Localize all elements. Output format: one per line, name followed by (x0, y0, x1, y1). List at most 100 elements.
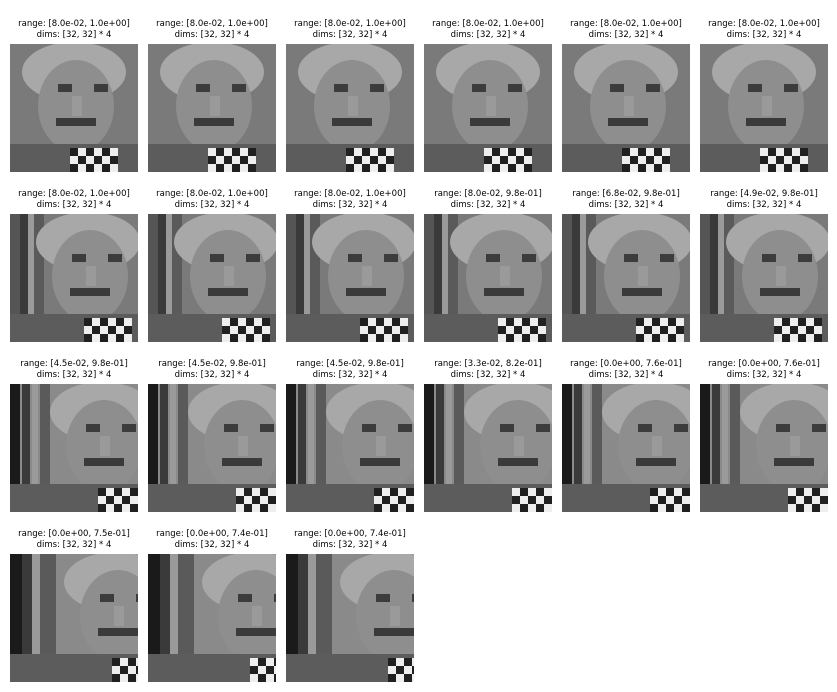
grayscale-image-panel (10, 554, 138, 682)
portrait-image (148, 214, 276, 342)
panel-caption: range: [8.0e-02, 1.0e+00] dims: [32, 32] … (562, 19, 690, 40)
range-label: range: [6.8e-02, 9.8e-01] (572, 189, 680, 199)
panel-caption: range: [8.0e-02, 1.0e+00] dims: [32, 32] … (148, 189, 276, 210)
grayscale-image-panel (10, 44, 138, 172)
dims-label: dims: [32, 32] * 4 (174, 29, 250, 40)
range-label: range: [8.0e-02, 9.8e-01] (434, 189, 542, 199)
dims-label: dims: [32, 32] * 4 (588, 29, 664, 40)
panel-caption: range: [8.0e-02, 9.8e-01] dims: [32, 32] … (424, 189, 552, 210)
portrait-image (562, 44, 690, 172)
grayscale-image-panel (424, 214, 552, 342)
portrait-image (286, 214, 414, 342)
dims-label: dims: [32, 32] * 4 (36, 539, 112, 550)
panel-caption: range: [4.5e-02, 9.8e-01] dims: [32, 32] … (286, 359, 414, 380)
panel-caption: range: [8.0e-02, 1.0e+00] dims: [32, 32] … (424, 19, 552, 40)
dims-label: dims: [32, 32] * 4 (312, 539, 388, 550)
grayscale-image-panel (700, 214, 828, 342)
portrait-image (148, 554, 276, 682)
portrait-image (424, 44, 552, 172)
grayscale-image-panel (148, 384, 276, 512)
portrait-image (286, 554, 414, 682)
panel-caption: range: [8.0e-02, 1.0e+00] dims: [32, 32] … (700, 19, 828, 40)
dims-label: dims: [32, 32] * 4 (726, 29, 802, 40)
range-label: range: [4.5e-02, 9.8e-01] (296, 359, 404, 369)
dims-label: dims: [32, 32] * 4 (726, 369, 802, 380)
panel-caption: range: [0.0e+00, 7.4e-01] dims: [32, 32] … (148, 529, 276, 550)
panel-caption: range: [4.9e-02, 9.8e-01] dims: [32, 32] … (700, 189, 828, 210)
range-label: range: [0.0e+00, 7.6e-01] (570, 359, 682, 369)
portrait-image (286, 44, 414, 172)
portrait-image (10, 554, 138, 682)
dims-label: dims: [32, 32] * 4 (174, 539, 250, 550)
grayscale-image-panel (562, 44, 690, 172)
range-label: range: [0.0e+00, 7.6e-01] (708, 359, 820, 369)
portrait-image (286, 384, 414, 512)
panel-caption: range: [6.8e-02, 9.8e-01] dims: [32, 32] … (562, 189, 690, 210)
panel-caption: range: [8.0e-02, 1.0e+00] dims: [32, 32] … (10, 189, 138, 210)
range-label: range: [8.0e-02, 1.0e+00] (18, 19, 130, 29)
grayscale-image-panel (286, 384, 414, 512)
portrait-image (10, 214, 138, 342)
grayscale-image-panel (10, 384, 138, 512)
panel-caption: range: [0.0e+00, 7.6e-01] dims: [32, 32] … (562, 359, 690, 380)
dims-label: dims: [32, 32] * 4 (588, 369, 664, 380)
range-label: range: [8.0e-02, 1.0e+00] (432, 19, 544, 29)
dims-label: dims: [32, 32] * 4 (312, 199, 388, 210)
grayscale-image-panel (562, 214, 690, 342)
dims-label: dims: [32, 32] * 4 (312, 369, 388, 380)
dims-label: dims: [32, 32] * 4 (588, 199, 664, 210)
portrait-image (148, 384, 276, 512)
grayscale-image-panel (286, 214, 414, 342)
range-label: range: [3.3e-02, 8.2e-01] (434, 359, 542, 369)
portrait-image (562, 384, 690, 512)
portrait-image (700, 384, 828, 512)
range-label: range: [4.5e-02, 9.8e-01] (20, 359, 128, 369)
grayscale-image-panel (10, 214, 138, 342)
range-label: range: [4.9e-02, 9.8e-01] (710, 189, 818, 199)
portrait-image (700, 44, 828, 172)
panel-caption: range: [8.0e-02, 1.0e+00] dims: [32, 32] … (286, 19, 414, 40)
range-label: range: [8.0e-02, 1.0e+00] (294, 189, 406, 199)
range-label: range: [8.0e-02, 1.0e+00] (294, 19, 406, 29)
dims-label: dims: [32, 32] * 4 (36, 29, 112, 40)
dims-label: dims: [32, 32] * 4 (312, 29, 388, 40)
range-label: range: [0.0e+00, 7.4e-01] (294, 529, 406, 539)
portrait-image (424, 214, 552, 342)
grayscale-image-panel (700, 384, 828, 512)
range-label: range: [8.0e-02, 1.0e+00] (570, 19, 682, 29)
dims-label: dims: [32, 32] * 4 (450, 199, 526, 210)
portrait-image (700, 214, 828, 342)
panel-caption: range: [8.0e-02, 1.0e+00] dims: [32, 32] … (10, 19, 138, 40)
range-label: range: [8.0e-02, 1.0e+00] (18, 189, 130, 199)
panel-caption: range: [0.0e+00, 7.5e-01] dims: [32, 32] … (10, 529, 138, 550)
range-label: range: [0.0e+00, 7.5e-01] (18, 529, 130, 539)
portrait-image (10, 384, 138, 512)
panel-caption: range: [8.0e-02, 1.0e+00] dims: [32, 32] … (148, 19, 276, 40)
image-grid: range: [8.0e-02, 1.0e+00] dims: [32, 32] … (0, 0, 837, 692)
dims-label: dims: [32, 32] * 4 (36, 199, 112, 210)
panel-caption: range: [4.5e-02, 9.8e-01] dims: [32, 32] … (148, 359, 276, 380)
panel-caption: range: [8.0e-02, 1.0e+00] dims: [32, 32] … (286, 189, 414, 210)
dims-label: dims: [32, 32] * 4 (450, 29, 526, 40)
grayscale-image-panel (148, 214, 276, 342)
range-label: range: [0.0e+00, 7.4e-01] (156, 529, 268, 539)
grayscale-image-panel (424, 44, 552, 172)
grayscale-image-panel (148, 44, 276, 172)
dims-label: dims: [32, 32] * 4 (450, 369, 526, 380)
grayscale-image-panel (286, 554, 414, 682)
dims-label: dims: [32, 32] * 4 (726, 199, 802, 210)
range-label: range: [8.0e-02, 1.0e+00] (708, 19, 820, 29)
grayscale-image-panel (286, 44, 414, 172)
portrait-image (562, 214, 690, 342)
grayscale-image-panel (700, 44, 828, 172)
dims-label: dims: [32, 32] * 4 (36, 369, 112, 380)
portrait-image (10, 44, 138, 172)
panel-caption: range: [3.3e-02, 8.2e-01] dims: [32, 32] … (424, 359, 552, 380)
portrait-image (148, 44, 276, 172)
range-label: range: [8.0e-02, 1.0e+00] (156, 189, 268, 199)
grayscale-image-panel (148, 554, 276, 682)
range-label: range: [8.0e-02, 1.0e+00] (156, 19, 268, 29)
panel-caption: range: [4.5e-02, 9.8e-01] dims: [32, 32] … (10, 359, 138, 380)
panel-caption: range: [0.0e+00, 7.4e-01] dims: [32, 32] … (286, 529, 414, 550)
range-label: range: [4.5e-02, 9.8e-01] (158, 359, 266, 369)
